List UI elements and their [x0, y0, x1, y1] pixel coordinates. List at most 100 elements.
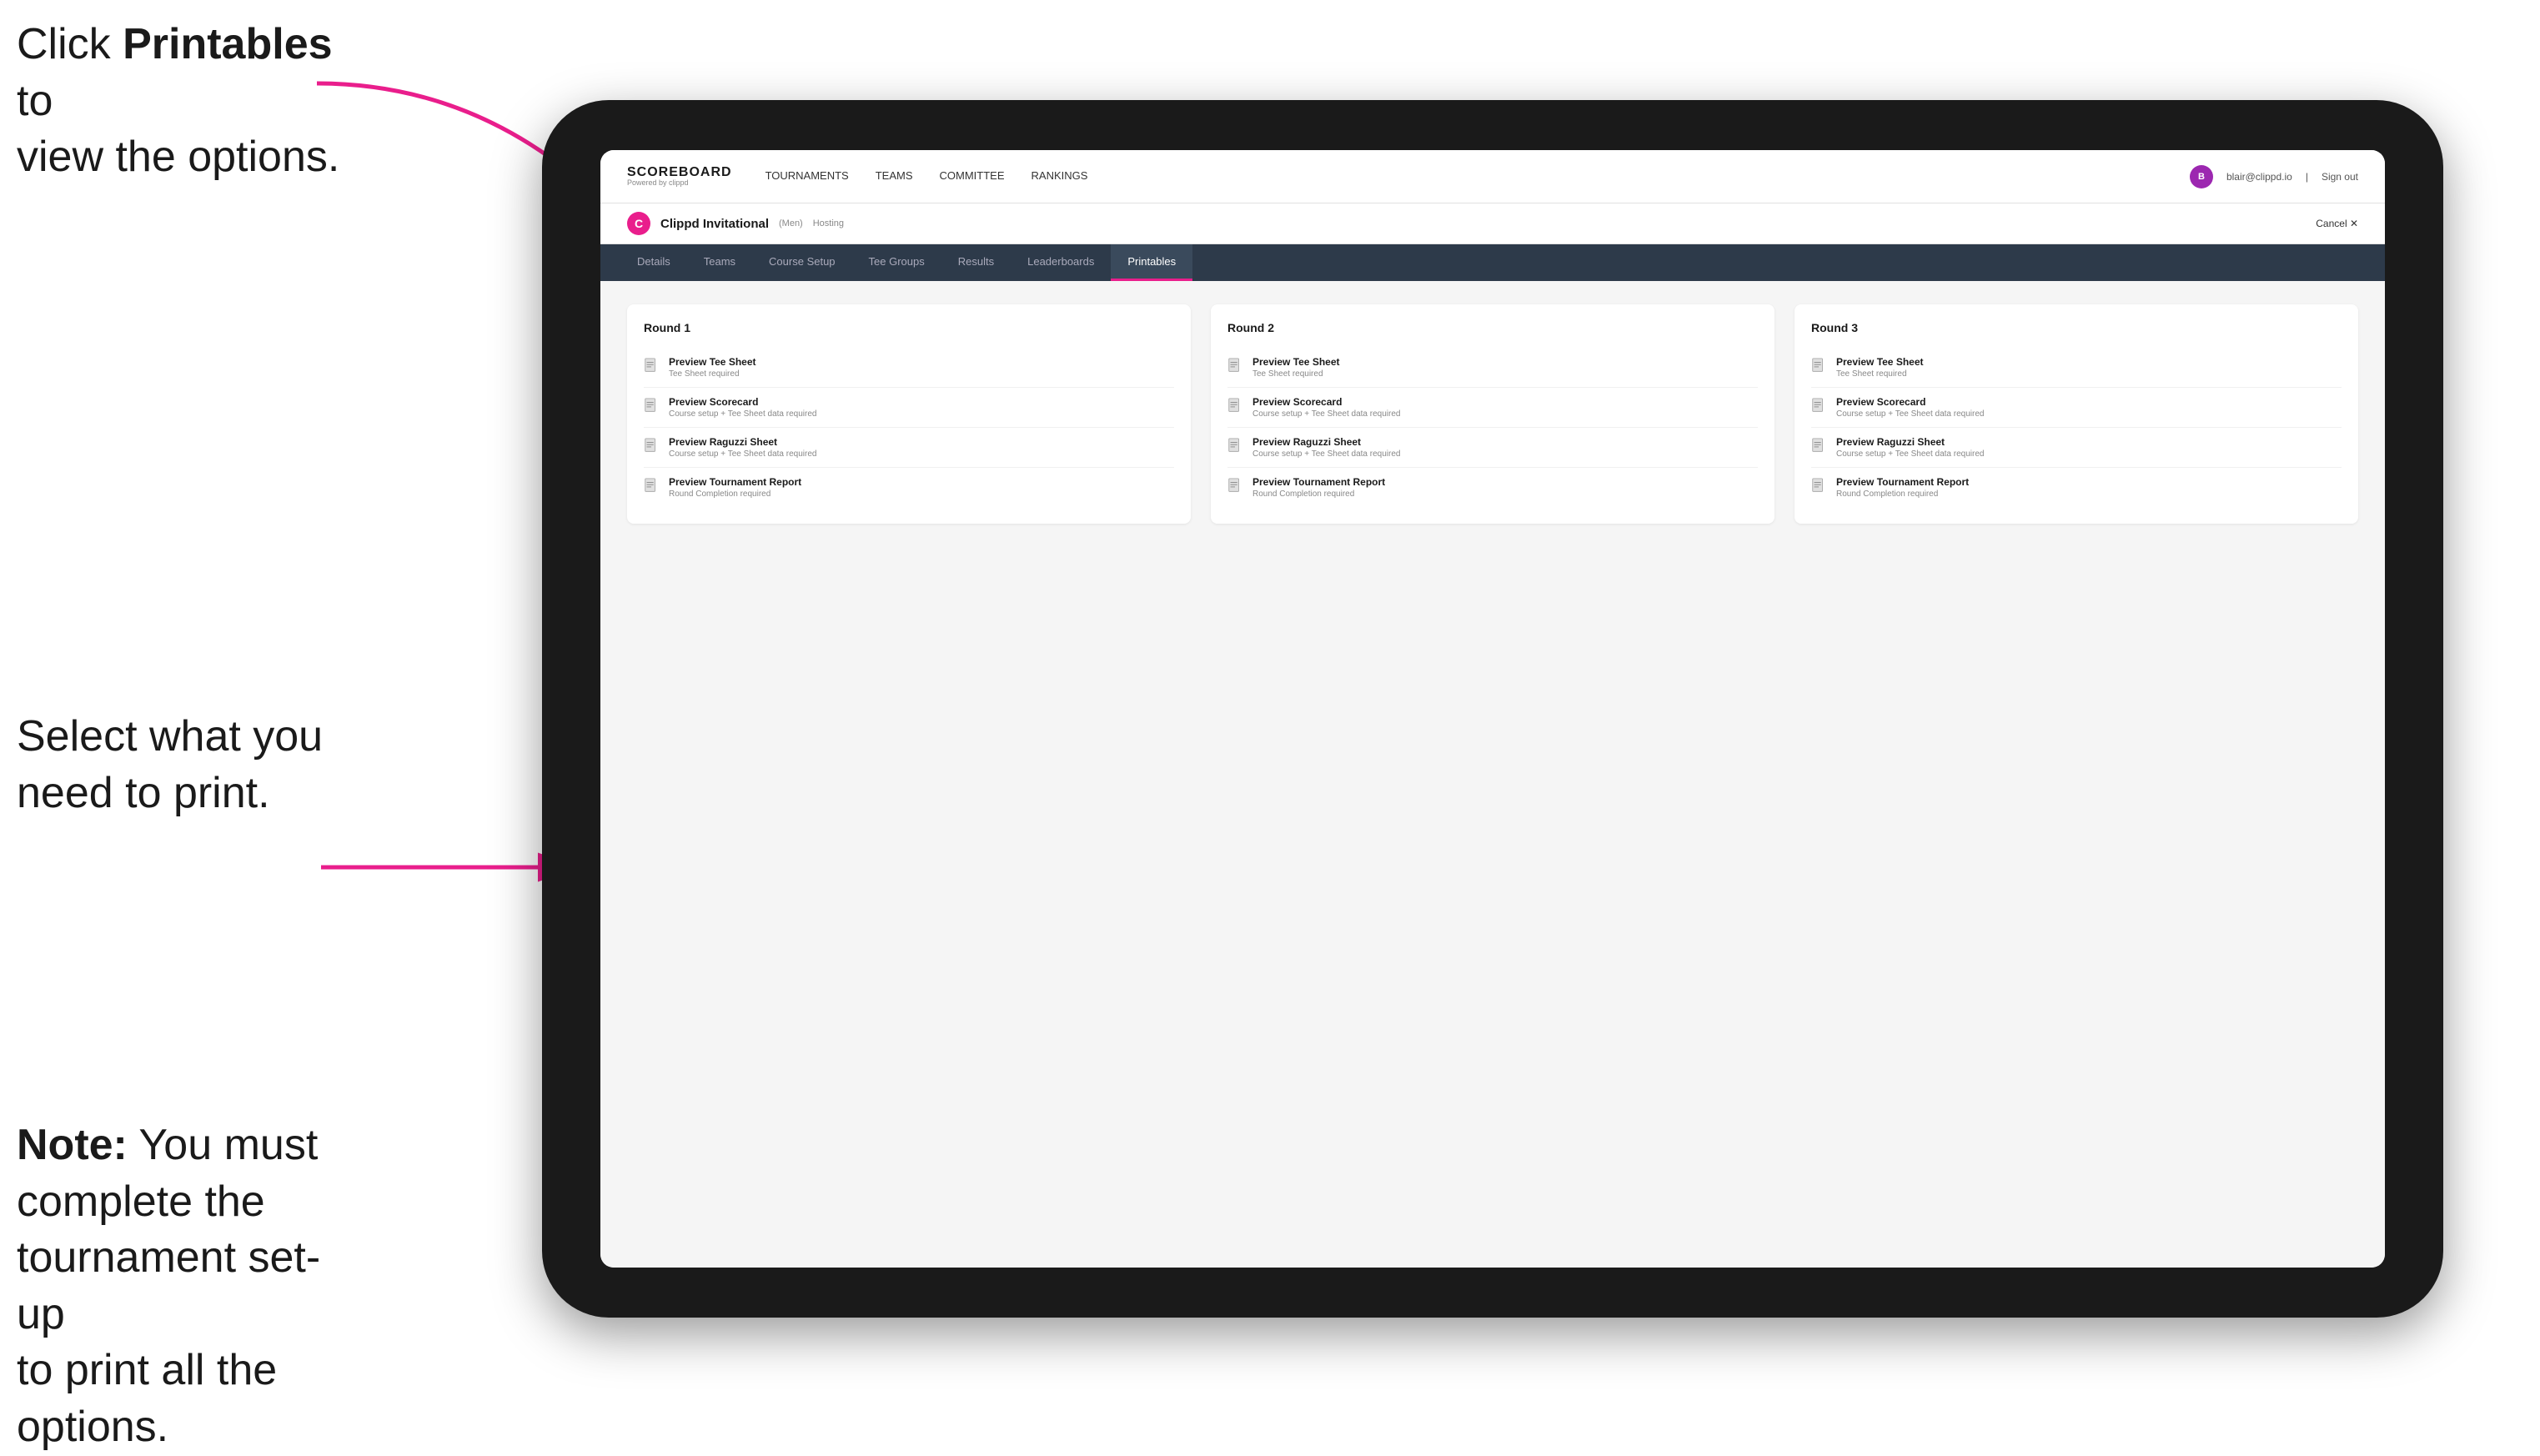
tournament-header: C Clippd Invitational (Men) Hosting Canc… — [600, 203, 2385, 244]
tournament-name: Clippd Invitational — [660, 217, 769, 231]
r3-doc-icon-1 — [1811, 358, 1828, 378]
r2-doc-icon-2 — [1227, 398, 1244, 418]
printables-bold: Printables — [123, 20, 332, 68]
r3-scorecard-subtitle: Course setup + Tee Sheet data required — [1836, 409, 1984, 419]
r3-raguzzi-subtitle: Course setup + Tee Sheet data required — [1836, 449, 1984, 459]
round-3-title: Round 3 — [1811, 321, 2342, 334]
r2-scorecard[interactable]: Preview Scorecard Course setup + Tee She… — [1227, 388, 1758, 428]
tournament-category: (Men) — [779, 218, 803, 228]
nav-links: TOURNAMENTS TEAMS COMMITTEE RANKINGS — [766, 166, 1088, 187]
tab-bar: Details Teams Course Setup Tee Groups Re… — [600, 244, 2385, 281]
r1-scorecard[interactable]: Preview Scorecard Course setup + Tee She… — [644, 388, 1174, 428]
nav-right: B blair@clippd.io | Sign out — [2190, 165, 2358, 188]
tablet-frame: SCOREBOARD Powered by clippd TOURNAMENTS… — [542, 100, 2443, 1318]
r3-scorecard-text: Preview Scorecard Course setup + Tee She… — [1836, 396, 1984, 419]
document-icon-2 — [644, 398, 660, 418]
r3-doc-icon-3 — [1811, 438, 1828, 458]
round-3-section: Round 3 Preview Tee Sheet Tee Sheet requ… — [1795, 304, 2358, 524]
r3-tournament-report[interactable]: Preview Tournament Report Round Completi… — [1811, 468, 2342, 507]
r3-tee-sheet-subtitle: Tee Sheet required — [1836, 369, 1924, 379]
annotation-bottom: Note: You mustcomplete thetournament set… — [17, 1117, 367, 1456]
r1-report-subtitle: Round Completion required — [669, 490, 801, 499]
user-email: blair@clippd.io — [2226, 171, 2292, 183]
r1-tournament-report[interactable]: Preview Tournament Report Round Completi… — [644, 468, 1174, 507]
nav-teams[interactable]: TEAMS — [876, 166, 913, 187]
r1-tee-sheet-title: Preview Tee Sheet — [669, 356, 756, 368]
separator: | — [2306, 171, 2308, 183]
logo-subtitle: Powered by clippd — [627, 179, 732, 187]
r1-scorecard-title: Preview Scorecard — [669, 396, 816, 408]
r2-report-subtitle: Round Completion required — [1252, 490, 1385, 499]
r1-raguzzi-title: Preview Raguzzi Sheet — [669, 436, 816, 448]
r2-report-title: Preview Tournament Report — [1252, 476, 1385, 488]
r2-tee-sheet-title: Preview Tee Sheet — [1252, 356, 1340, 368]
tournament-logo: C — [627, 212, 650, 235]
note-bold: Note: — [17, 1121, 128, 1169]
annotation-top: Click Printables toview the options. — [17, 17, 350, 186]
r1-tee-sheet[interactable]: Preview Tee Sheet Tee Sheet required — [644, 348, 1174, 388]
nav-rankings[interactable]: RANKINGS — [1032, 166, 1088, 187]
nav-committee[interactable]: COMMITTEE — [940, 166, 1005, 187]
document-icon-4 — [644, 478, 660, 498]
document-icon-3 — [644, 438, 660, 458]
r1-tee-sheet-subtitle: Tee Sheet required — [669, 369, 756, 379]
r1-report-title: Preview Tournament Report — [669, 476, 801, 488]
tablet-screen: SCOREBOARD Powered by clippd TOURNAMENTS… — [600, 150, 2385, 1268]
round-2-section: Round 2 Preview Tee Sheet Tee Sheet requ… — [1211, 304, 1774, 524]
avatar: B — [2190, 165, 2213, 188]
r1-raguzzi[interactable]: Preview Raguzzi Sheet Course setup + Tee… — [644, 428, 1174, 468]
r2-scorecard-title: Preview Scorecard — [1252, 396, 1400, 408]
round-1-section: Round 1 Preview Tee Sheet — [627, 304, 1191, 524]
r2-doc-icon-1 — [1227, 358, 1244, 378]
tab-details[interactable]: Details — [620, 244, 687, 281]
r2-report-text: Preview Tournament Report Round Completi… — [1252, 476, 1385, 499]
r3-report-title: Preview Tournament Report — [1836, 476, 1969, 488]
r3-raguzzi-title: Preview Raguzzi Sheet — [1836, 436, 1984, 448]
r2-tee-sheet[interactable]: Preview Tee Sheet Tee Sheet required — [1227, 348, 1758, 388]
scoreboard-logo: SCOREBOARD Powered by clippd — [627, 166, 732, 187]
nav-left: SCOREBOARD Powered by clippd TOURNAMENTS… — [627, 166, 1087, 187]
r2-raguzzi[interactable]: Preview Raguzzi Sheet Course setup + Tee… — [1227, 428, 1758, 468]
r3-raguzzi[interactable]: Preview Raguzzi Sheet Course setup + Tee… — [1811, 428, 2342, 468]
r3-tee-sheet[interactable]: Preview Tee Sheet Tee Sheet required — [1811, 348, 2342, 388]
r3-raguzzi-text: Preview Raguzzi Sheet Course setup + Tee… — [1836, 436, 1984, 459]
logo-title: SCOREBOARD — [627, 166, 732, 179]
r2-raguzzi-text: Preview Raguzzi Sheet Course setup + Tee… — [1252, 436, 1400, 459]
tab-teams[interactable]: Teams — [687, 244, 752, 281]
cancel-button[interactable]: Cancel ✕ — [2316, 218, 2358, 229]
tab-leaderboards[interactable]: Leaderboards — [1011, 244, 1111, 281]
tab-results[interactable]: Results — [941, 244, 1011, 281]
r1-raguzzi-text: Preview Raguzzi Sheet Course setup + Tee… — [669, 436, 816, 459]
r2-doc-icon-4 — [1227, 478, 1244, 498]
r2-tee-sheet-text: Preview Tee Sheet Tee Sheet required — [1252, 356, 1340, 379]
r3-report-text: Preview Tournament Report Round Completi… — [1836, 476, 1969, 499]
document-icon — [644, 358, 660, 378]
tab-course-setup[interactable]: Course Setup — [752, 244, 852, 281]
r1-report-text: Preview Tournament Report Round Completi… — [669, 476, 801, 499]
sign-out-link[interactable]: Sign out — [2322, 171, 2358, 183]
r3-doc-icon-2 — [1811, 398, 1828, 418]
nav-tournaments[interactable]: TOURNAMENTS — [766, 166, 849, 187]
r2-scorecard-text: Preview Scorecard Course setup + Tee She… — [1252, 396, 1400, 419]
hosting-status: Hosting — [813, 218, 844, 228]
top-nav: SCOREBOARD Powered by clippd TOURNAMENTS… — [600, 150, 2385, 203]
r1-scorecard-subtitle: Course setup + Tee Sheet data required — [669, 409, 816, 419]
tab-printables[interactable]: Printables — [1111, 244, 1192, 281]
rounds-container: Round 1 Preview Tee Sheet — [627, 304, 2358, 524]
r2-raguzzi-title: Preview Raguzzi Sheet — [1252, 436, 1400, 448]
r2-tee-sheet-subtitle: Tee Sheet required — [1252, 369, 1340, 379]
r3-report-subtitle: Round Completion required — [1836, 490, 1969, 499]
tab-tee-groups[interactable]: Tee Groups — [852, 244, 941, 281]
r1-tee-sheet-text: Preview Tee Sheet Tee Sheet required — [669, 356, 756, 379]
r2-doc-icon-3 — [1227, 438, 1244, 458]
round-1-title: Round 1 — [644, 321, 1174, 334]
annotation-middle: Select what youneed to print. — [17, 709, 334, 821]
round-2-title: Round 2 — [1227, 321, 1758, 334]
r3-tee-sheet-title: Preview Tee Sheet — [1836, 356, 1924, 368]
r1-raguzzi-subtitle: Course setup + Tee Sheet data required — [669, 449, 816, 459]
r2-scorecard-subtitle: Course setup + Tee Sheet data required — [1252, 409, 1400, 419]
tournament-title: C Clippd Invitational (Men) Hosting — [627, 212, 844, 235]
r2-tournament-report[interactable]: Preview Tournament Report Round Completi… — [1227, 468, 1758, 507]
r3-scorecard[interactable]: Preview Scorecard Course setup + Tee She… — [1811, 388, 2342, 428]
r3-tee-sheet-text: Preview Tee Sheet Tee Sheet required — [1836, 356, 1924, 379]
